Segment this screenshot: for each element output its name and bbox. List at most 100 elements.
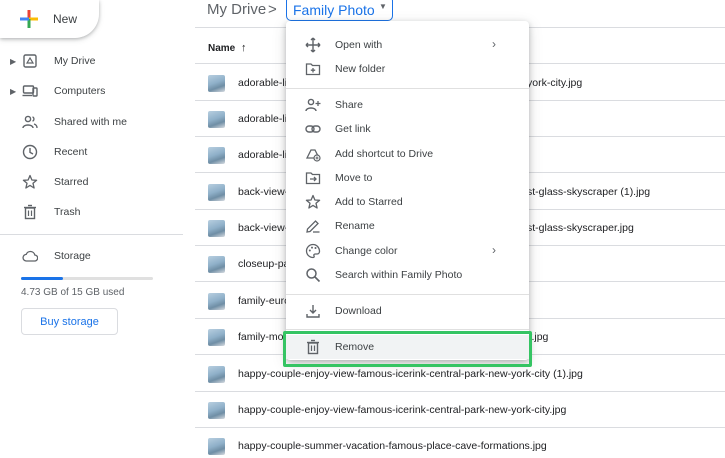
plus-icon	[20, 10, 38, 28]
menu-item-label: New folder	[335, 63, 386, 75]
shared-icon	[22, 115, 38, 129]
menu-item-label: Add shortcut to Drive	[335, 148, 434, 160]
sidebar-item-my-drive[interactable]: ▶ My Drive	[0, 48, 186, 74]
menu-item-move-to[interactable]: Move to	[286, 166, 529, 190]
file-name-tail: st-glass-skyscraper.jpg	[527, 222, 634, 234]
sidebar-item-label: Recent	[54, 146, 88, 158]
menu-item-rename[interactable]: Rename	[286, 214, 529, 238]
expand-caret-icon[interactable]: ▶	[10, 57, 16, 66]
menu-item-get-link[interactable]: Get link	[286, 117, 529, 141]
file-name-tail: york-city.jpg	[527, 77, 583, 89]
sidebar-item-starred[interactable]: Starred	[0, 169, 186, 195]
image-thumbnail	[208, 184, 225, 201]
share-icon	[305, 98, 321, 112]
menu-item-label: Change color	[335, 245, 398, 257]
file-name: adorable-lit	[238, 113, 290, 125]
storage-label: Storage	[54, 250, 91, 262]
file-name: adorable-lit	[238, 149, 290, 161]
file-row[interactable]: happy-couple-enjoy-view-famous-icerink-c…	[195, 356, 725, 392]
new-button[interactable]: New	[0, 0, 99, 38]
expand-caret-icon[interactable]: ▶	[10, 87, 16, 96]
menu-item-label: Search within Family Photo	[335, 269, 463, 281]
file-name: adorable-lit	[238, 77, 290, 89]
image-thumbnail	[208, 147, 225, 164]
clock-icon	[22, 144, 38, 160]
star-icon	[305, 194, 321, 209]
menu-item-add-to-starred[interactable]: Add to Starred	[286, 190, 529, 214]
sidebar-item-label: Trash	[54, 206, 81, 218]
name-column-header[interactable]: Name ↑	[208, 42, 247, 54]
menu-item-label: Rename	[335, 220, 375, 232]
menu-divider	[286, 88, 529, 89]
chevron-down-icon: ▼	[379, 2, 387, 11]
menu-item-add-shortcut[interactable]: Add shortcut to Drive	[286, 142, 529, 166]
star-icon	[22, 174, 38, 189]
menu-item-download[interactable]: Download	[286, 299, 529, 323]
download-icon	[306, 305, 320, 318]
computers-icon	[22, 85, 38, 97]
arrow-up-icon[interactable]: ↑	[241, 42, 247, 54]
sidebar-item-storage[interactable]: Storage	[0, 243, 186, 269]
breadcrumb-separator: >	[268, 1, 277, 18]
menu-item-label: Move to	[335, 172, 373, 184]
menu-item-open-with[interactable]: Open with ›	[286, 33, 529, 57]
file-name: family-eurc	[238, 295, 290, 307]
sidebar-item-trash[interactable]: Trash	[0, 199, 186, 225]
storage-progress-bar	[21, 277, 153, 280]
file-name: closeup-pa	[238, 258, 290, 270]
file-row[interactable]: happy-couple-summer-vacation-famous-plac…	[195, 428, 725, 458]
menu-item-search-within[interactable]: Search within Family Photo	[286, 263, 529, 287]
menu-divider	[286, 329, 529, 330]
file-row[interactable]: happy-couple-enjoy-view-famous-icerink-c…	[195, 392, 725, 428]
image-thumbnail	[208, 256, 225, 273]
context-menu: Open with › New folder Share Get link Ad…	[286, 21, 529, 360]
sidebar-item-label: Starred	[54, 176, 89, 188]
file-name: happy-couple-enjoy-view-famous-icerink-c…	[238, 404, 567, 416]
image-thumbnail	[208, 220, 225, 237]
menu-item-remove[interactable]: Remove	[286, 335, 529, 359]
file-name: back-view-	[238, 222, 289, 234]
my-drive-icon	[23, 54, 37, 68]
sidebar-item-label: My Drive	[54, 55, 96, 67]
image-thumbnail	[208, 402, 225, 419]
image-thumbnail	[208, 75, 225, 92]
sidebar-item-computers[interactable]: ▶ Computers	[0, 78, 186, 104]
file-name: back-view-	[238, 186, 289, 198]
new-folder-icon	[305, 63, 321, 76]
file-name: happy-couple-summer-vacation-famous-plac…	[238, 440, 547, 452]
sidebar-item-shared-with-me[interactable]: Shared with me	[0, 109, 186, 135]
sidebar-item-recent[interactable]: Recent	[0, 139, 186, 165]
menu-item-label: Remove	[335, 341, 375, 353]
image-thumbnail	[208, 438, 225, 455]
trash-icon	[307, 339, 319, 355]
storage-used-text: 4.73 GB of 15 GB used	[21, 287, 125, 298]
buy-storage-button[interactable]: Buy storage	[21, 308, 118, 335]
breadcrumb-current-folder[interactable]: Family Photo ▼	[286, 0, 393, 21]
open-with-icon	[305, 37, 321, 53]
sidebar-divider	[0, 234, 183, 235]
search-icon	[306, 268, 321, 283]
menu-item-label: Download	[335, 305, 382, 317]
move-to-icon	[305, 172, 321, 185]
menu-item-label: Open with	[335, 39, 383, 51]
file-name-tail: st-glass-skyscraper (1).jpg	[527, 186, 651, 198]
menu-item-label: Add to Starred	[335, 196, 403, 208]
menu-item-label: Share	[335, 99, 364, 111]
palette-icon	[305, 243, 321, 259]
menu-item-label: Get link	[335, 123, 371, 135]
trash-icon	[24, 204, 36, 220]
image-thumbnail	[208, 366, 225, 383]
image-thumbnail	[208, 111, 225, 128]
menu-divider	[286, 294, 529, 295]
menu-item-share[interactable]: Share	[286, 93, 529, 117]
menu-item-new-folder[interactable]: New folder	[286, 57, 529, 81]
sidebar-item-label: Shared with me	[54, 116, 127, 128]
sidebar: New ▶ My Drive ▶ Computers Shared with m…	[0, 0, 186, 458]
file-name: happy-couple-enjoy-view-famous-icerink-c…	[238, 368, 583, 380]
sidebar-item-label: Computers	[54, 85, 106, 97]
breadcrumb-root[interactable]: My Drive	[207, 1, 266, 18]
chevron-right-icon: ›	[492, 243, 496, 257]
menu-item-change-color[interactable]: Change color ›	[286, 239, 529, 263]
link-icon	[305, 125, 321, 133]
rename-icon	[306, 220, 320, 233]
